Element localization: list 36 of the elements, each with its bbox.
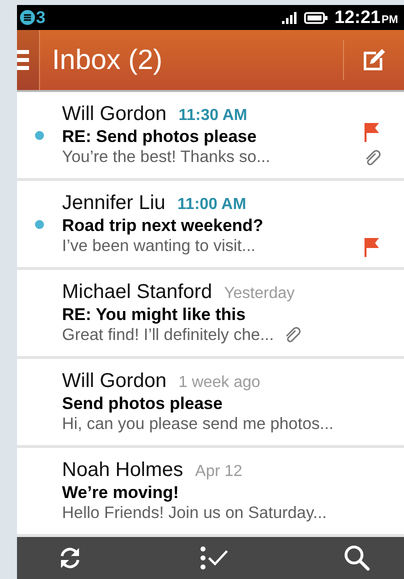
message-preview: Hello Friends! Join us on Saturday... — [62, 504, 327, 523]
message-row[interactable]: Jennifer Liu 11:00 AM Road trip next weekend? I’ve been wanting to visit... — [17, 181, 404, 270]
message-subject: Send photos please — [62, 394, 224, 414]
message-row[interactable]: Michael Stanford Yesterday RE: You might like this Great find! I’ll definitely che... — [17, 270, 404, 359]
sender-name: Will Gordon — [62, 370, 166, 393]
message-subject: We’re moving! — [62, 483, 180, 503]
battery-icon — [304, 12, 328, 24]
sender-name: Will Gordon — [62, 103, 166, 126]
message-time: 1 week ago — [178, 374, 260, 392]
clock-meridiem: PM — [382, 14, 398, 26]
message-time: 11:30 AM — [178, 107, 248, 125]
message-preview: You’re the best! Thanks so... — [62, 148, 270, 167]
message-time: 11:00 AM — [177, 196, 246, 214]
message-row[interactable]: Will Gordon 1 week ago Send photos please Hi, can you please send me photos... — [17, 359, 404, 448]
message-time: Apr 12 — [195, 463, 242, 481]
sender-name: Michael Stanford — [62, 281, 212, 304]
signal-icon — [282, 12, 298, 24]
inbox-title: Inbox (2) — [51, 43, 164, 77]
message-preview: I’ve been wanting to visit... — [62, 237, 256, 256]
message-preview: Hi, can you please send me photos... — [62, 415, 334, 434]
message-subject: RE: You might like this — [62, 305, 247, 325]
message-subject: RE: Send photos please — [62, 127, 258, 147]
sender-name: Noah Holmes — [62, 459, 184, 482]
notification-count: 3 — [36, 8, 46, 28]
search-icon — [344, 545, 370, 571]
message-subject: Road trip next weekend? — [62, 216, 264, 236]
select-icon — [200, 545, 228, 571]
message-time: Yesterday — [224, 285, 295, 303]
menu-button[interactable] — [17, 30, 40, 90]
message-preview: Great find! I’ll definitely che... — [62, 326, 274, 345]
compose-icon — [362, 48, 386, 72]
message-row[interactable]: Will Gordon 11:30 AM RE: Send photos please You’re the best! Thanks so... — [17, 92, 404, 181]
notification-icon — [20, 10, 35, 25]
clock-time: 12:21 — [334, 7, 380, 28]
menu-icon — [17, 49, 29, 71]
sender-name: Jennifer Liu — [62, 192, 166, 215]
